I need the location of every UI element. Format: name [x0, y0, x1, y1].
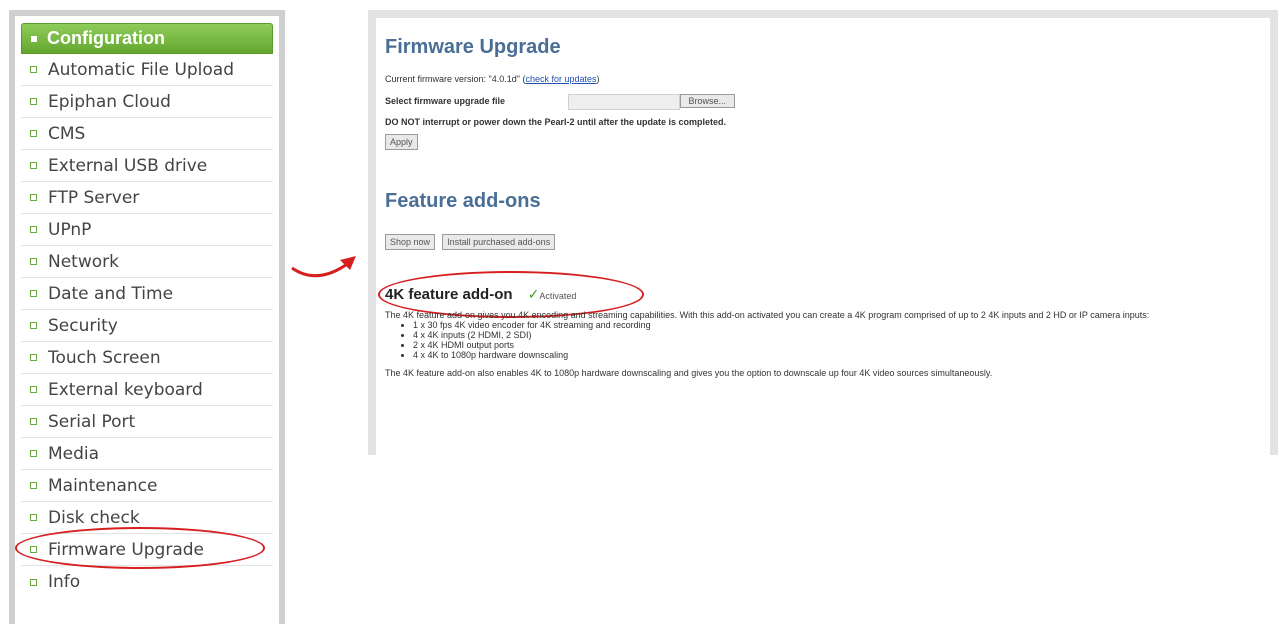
bullet-icon — [30, 546, 37, 553]
bullet-icon — [30, 194, 37, 201]
settings-panel: Firmware Upgrade Current firmware versio… — [368, 10, 1278, 455]
sidebar-item-maintenance[interactable]: Maintenance — [21, 470, 273, 502]
sidebar-inner: Configuration Automatic File Upload Epiph… — [15, 16, 279, 624]
feature-bullet: 4 x 4K inputs (2 HDMI, 2 SDI) — [413, 330, 1270, 340]
bullet-icon — [30, 290, 37, 297]
sidebar-item-touch-screen[interactable]: Touch Screen — [21, 342, 273, 374]
sidebar-header-configuration[interactable]: Configuration — [21, 23, 273, 54]
install-purchased-addons-button[interactable]: Install purchased add-ons — [442, 234, 556, 250]
bullet-icon — [31, 35, 37, 42]
sidebar-item-upnp[interactable]: UPnP — [21, 214, 273, 246]
sidebar-item-label: Automatic File Upload — [48, 59, 235, 80]
bullet-icon — [30, 66, 37, 73]
sidebar-item-external-keyboard[interactable]: External keyboard — [21, 374, 273, 406]
sidebar-item-label: Disk check — [48, 507, 140, 528]
select-file-row: Select firmware upgrade file Browse... — [385, 94, 736, 110]
sidebar-item-label: External keyboard — [48, 379, 203, 400]
sidebar-item-automatic-file-upload[interactable]: Automatic File Upload — [21, 54, 273, 86]
select-file-label: Select firmware upgrade file — [385, 96, 506, 107]
bullet-icon — [30, 450, 37, 457]
bullet-icon — [30, 482, 37, 489]
sidebar-item-media[interactable]: Media — [21, 438, 273, 470]
browse-button[interactable]: Browse... — [679, 94, 736, 109]
settings-panel-inner: Firmware Upgrade Current firmware versio… — [376, 18, 1270, 455]
sidebar: Configuration Automatic File Upload Epiph… — [9, 10, 285, 624]
sidebar-item-label: Date and Time — [48, 283, 174, 304]
sidebar-menu: Automatic File Upload Epiphan Cloud CMS Ext… — [15, 54, 273, 598]
sidebar-item-label: External USB drive — [48, 155, 208, 176]
sidebar-item-label: UPnP — [48, 219, 92, 240]
sidebar-item-label: Serial Port — [48, 411, 136, 432]
shop-now-button[interactable]: Shop now — [385, 234, 436, 250]
sidebar-item-label: Touch Screen — [48, 347, 161, 368]
firmware-warning: DO NOT interrupt or power down the Pearl… — [385, 117, 727, 127]
sidebar-item-date-and-time[interactable]: Date and Time — [21, 278, 273, 310]
sidebar-item-epiphan-cloud[interactable]: Epiphan Cloud — [21, 86, 273, 118]
bullet-icon — [30, 226, 37, 233]
bullet-icon — [30, 386, 37, 393]
current-firmware-suffix: ) — [596, 74, 600, 84]
current-firmware-text: Current firmware version: "4.0.1d" (chec… — [385, 74, 599, 84]
sidebar-item-network[interactable]: Network — [21, 246, 273, 278]
bullet-icon — [30, 162, 37, 169]
feature-bullet: 4 x 4K to 1080p hardware downscaling — [413, 350, 1270, 360]
feature-bullet: 2 x 4K HDMI output ports — [413, 340, 1270, 350]
feature-4k-footer: The 4K feature add-on also enables 4K to… — [385, 368, 993, 378]
sidebar-item-ftp-server[interactable]: FTP Server — [21, 182, 273, 214]
bullet-icon — [30, 354, 37, 361]
file-path-field[interactable] — [567, 94, 680, 110]
sidebar-item-firmware-upgrade[interactable]: Firmware Upgrade — [15, 527, 273, 569]
sidebar-item-label: Maintenance — [48, 475, 158, 496]
feature-bullet: 1 x 30 fps 4K video encoder for 4K strea… — [413, 320, 1270, 330]
sidebar-item-serial-port[interactable]: Serial Port — [21, 406, 273, 438]
feature-4k-intro: The 4K feature add-on gives you 4K encod… — [385, 310, 1150, 320]
bullet-icon — [30, 258, 37, 265]
feature-4k-bullets: 1 x 30 fps 4K video encoder for 4K strea… — [385, 320, 1270, 360]
feature-addons-title: Feature add-ons — [385, 190, 541, 212]
sidebar-item-label: FTP Server — [48, 187, 140, 208]
check-for-updates-link[interactable]: check for updates — [525, 74, 596, 84]
sidebar-item-info[interactable]: Info — [21, 566, 273, 598]
current-firmware-prefix: Current firmware version: "4.0.1d" ( — [385, 74, 526, 84]
bullet-icon — [30, 578, 37, 586]
bullet-icon — [30, 418, 37, 425]
sidebar-item-cms[interactable]: CMS — [21, 118, 273, 150]
bullet-icon — [30, 322, 37, 329]
sidebar-item-external-usb-drive[interactable]: External USB drive — [21, 150, 273, 182]
sidebar-item-label: Media — [48, 443, 100, 464]
bullet-icon — [30, 514, 37, 521]
curved-arrow-icon — [291, 256, 356, 278]
bullet-icon — [30, 98, 37, 105]
sidebar-item-label: CMS — [48, 123, 86, 144]
apply-button[interactable]: Apply — [385, 134, 418, 150]
sidebar-item-disk-check[interactable]: Disk check — [21, 502, 273, 534]
bullet-icon — [30, 130, 37, 137]
feature-4k-description: The 4K feature add-on gives you 4K encod… — [385, 310, 1270, 378]
sidebar-item-security[interactable]: Security — [21, 310, 273, 342]
sidebar-item-label: Security — [48, 315, 118, 336]
sidebar-header-label: Configuration — [47, 28, 165, 48]
sidebar-item-label: Firmware Upgrade — [48, 539, 204, 560]
sidebar-item-label: Network — [48, 251, 119, 272]
sidebar-item-label: Epiphan Cloud — [48, 91, 171, 112]
firmware-upgrade-title: Firmware Upgrade — [385, 36, 561, 58]
sidebar-item-label: Info — [48, 572, 81, 592]
feature-4k-header: 4K feature add-on ✓Activated — [378, 271, 665, 318]
